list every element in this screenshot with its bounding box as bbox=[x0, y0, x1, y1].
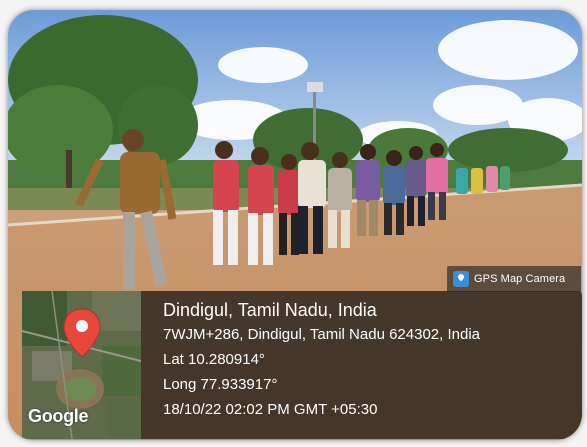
location-info-panel: Google Dindigul, Tamil Nadu, India 7WJM+… bbox=[22, 291, 582, 439]
longitude-value: Long 77.933917° bbox=[163, 376, 278, 393]
latitude-value: Lat 10.280914° bbox=[163, 351, 265, 368]
google-logo: Google bbox=[28, 406, 89, 426]
location-details: Dindigul, Tamil Nadu, India 7WJM+286, Di… bbox=[163, 298, 480, 422]
map-camera-icon bbox=[453, 271, 469, 287]
address-line: 7WJM+286, Dindigul, Tamil Nadu 624302, I… bbox=[163, 326, 480, 343]
place-name: Dindigul, Tamil Nadu, India bbox=[163, 300, 377, 320]
geotagged-photo: GPS Map Camera Google Dindigul, Tamil Na… bbox=[8, 10, 582, 440]
map-thumbnail: Google bbox=[22, 291, 141, 439]
gps-app-name: GPS Map Camera bbox=[474, 273, 566, 285]
datetime-stamp: 18/10/22 02:02 PM GMT +05:30 bbox=[163, 401, 378, 418]
gps-camera-tag: GPS Map Camera bbox=[447, 266, 581, 292]
